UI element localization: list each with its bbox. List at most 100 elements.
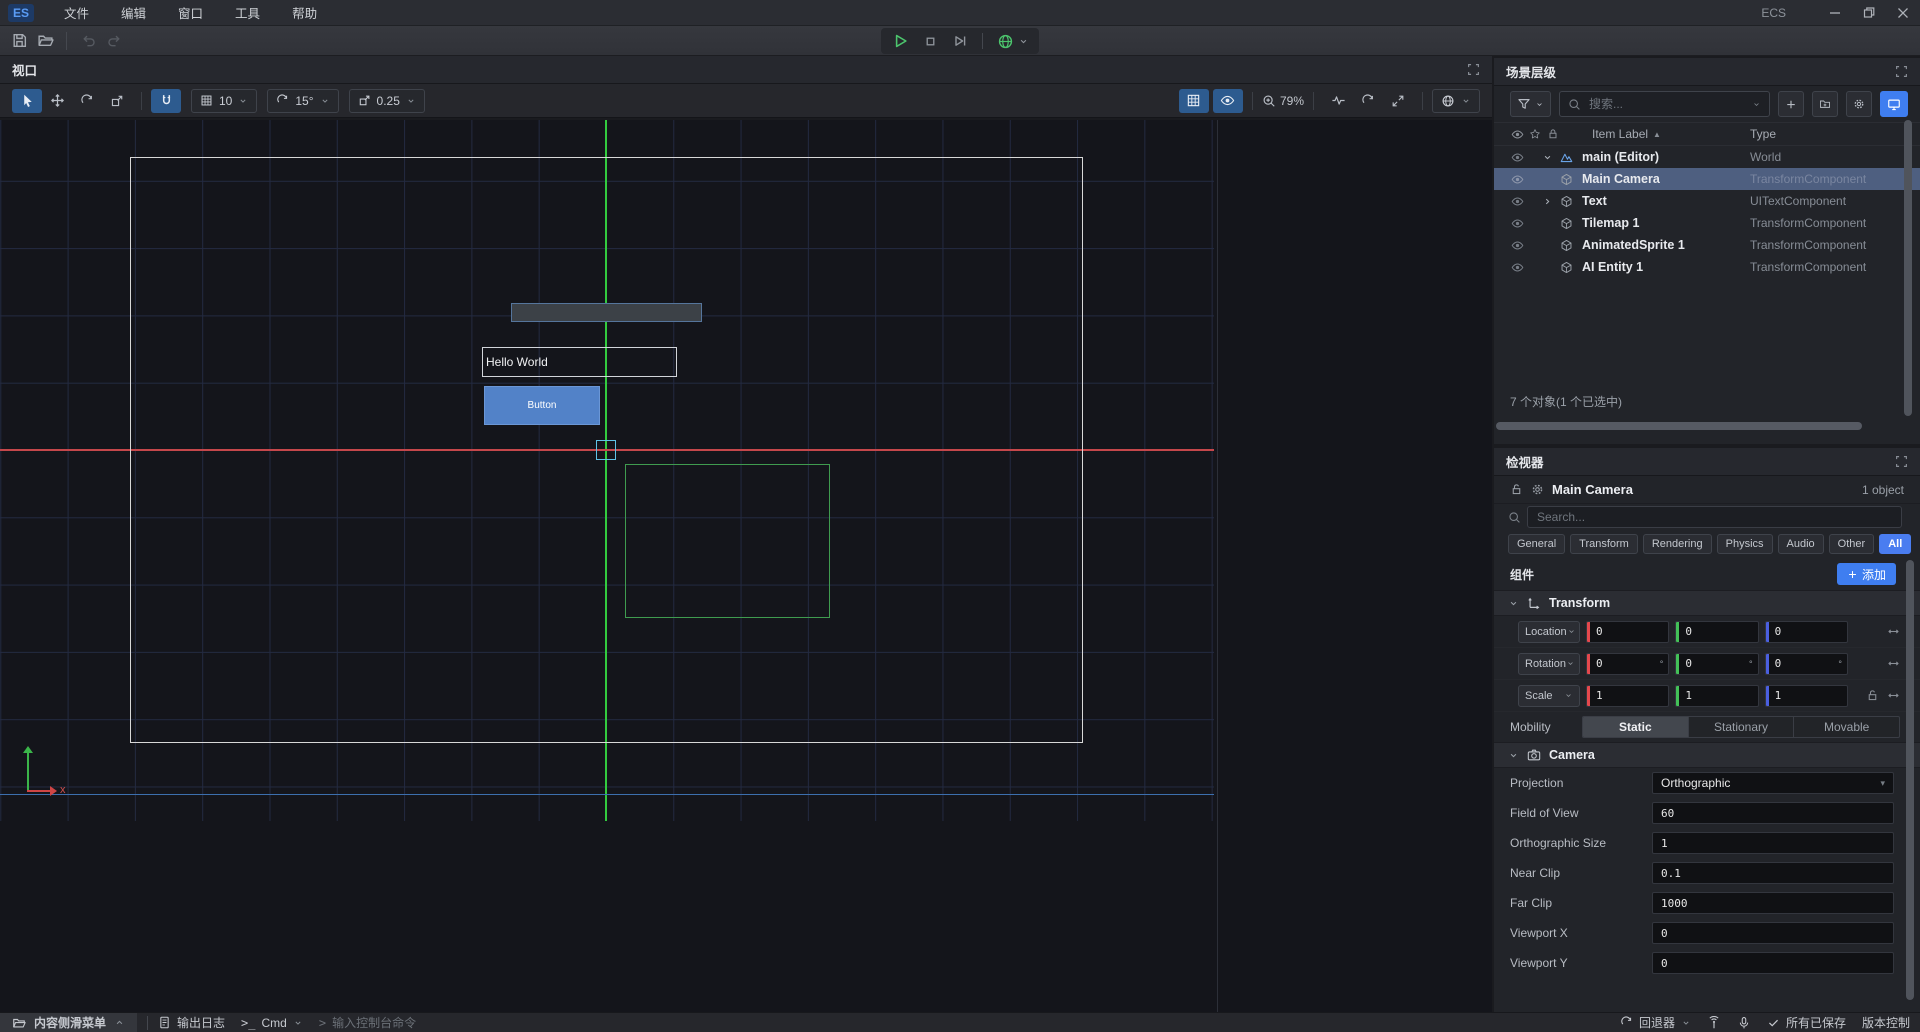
rotate-tool-button[interactable] [72,89,102,113]
hierarchy-row-animatedsprite-1[interactable]: AnimatedSprite 1TransformComponent [1494,234,1920,256]
link-axes-icon[interactable] [1887,625,1900,638]
settings-gear-button[interactable] [1846,91,1872,117]
console-input[interactable]: > 输入控制台命令 [319,1014,416,1031]
menu-item-文件[interactable]: 文件 [52,0,101,25]
lock-icon[interactable] [1544,128,1562,140]
prop-input[interactable]: 60 [1652,802,1894,824]
app-logo[interactable]: ES [8,4,34,22]
snap-magnet-button[interactable] [151,89,181,113]
location-dropdown[interactable]: Location [1518,621,1580,643]
menu-item-窗口[interactable]: 窗口 [166,0,215,25]
output-log-button[interactable]: 输出日志 [158,1014,225,1031]
grid-toggle-button[interactable] [1179,89,1209,113]
undo-icon[interactable] [75,29,101,53]
button-entity[interactable]: Button [484,386,600,425]
rotation-y-field[interactable]: 0° [1675,653,1758,675]
camera-section-header[interactable]: Camera [1494,742,1920,768]
redo-icon[interactable] [101,29,127,53]
prop-input[interactable]: 0 [1652,952,1894,974]
stop-icon[interactable] [923,34,938,49]
gear-icon[interactable] [1531,483,1544,496]
unlock-icon[interactable] [1866,689,1879,702]
scale-z-field[interactable]: 1 [1765,685,1848,707]
scale-tool-button[interactable] [102,89,132,113]
tab-all[interactable]: All [1879,534,1911,554]
world-mode-dropdown[interactable] [997,33,1029,50]
zoom-level[interactable]: 79% [1280,94,1304,108]
star-icon[interactable] [1526,128,1544,140]
open-folder-icon[interactable] [32,29,58,53]
inspector-search-input[interactable] [1535,509,1894,525]
column-item-label[interactable]: Item Label ▲ [1592,127,1661,141]
transform-section-header[interactable]: Transform [1494,590,1920,616]
hierarchy-row-tilemap-1[interactable]: Tilemap 1TransformComponent [1494,212,1920,234]
filter-button[interactable] [1510,91,1551,117]
rotation-dropdown[interactable]: Rotation [1518,653,1580,675]
text-entity[interactable]: Hello World [482,347,677,377]
scale-dropdown[interactable]: Scale [1518,685,1580,707]
grid-size-dropdown[interactable]: 10 [191,89,257,113]
hierarchy-row-main-editor-[interactable]: main (Editor)World [1494,146,1920,168]
hierarchy-row-ai-entity-1[interactable]: AI Entity 1TransformComponent [1494,256,1920,278]
scale-snap-dropdown[interactable]: 0.25 [349,89,425,113]
expand-view-button[interactable] [1383,89,1413,113]
tab-audio[interactable]: Audio [1778,534,1824,554]
slider-entity[interactable] [511,303,702,322]
display-mode-button[interactable] [1880,91,1908,117]
tab-other[interactable]: Other [1829,534,1875,554]
menu-item-编辑[interactable]: 编辑 [109,0,158,25]
tilemap-entity[interactable] [625,464,830,618]
eye-icon[interactable] [1508,173,1526,186]
unlock-icon[interactable] [1510,483,1523,496]
link-axes-icon[interactable] [1887,689,1900,702]
selection-gizmo[interactable] [596,440,616,460]
scene-canvas[interactable]: Hello World Button x [0,120,1492,1012]
eye-icon[interactable] [1508,261,1526,274]
cmd-dropdown[interactable]: >_ Cmd [241,1016,303,1030]
add-component-button[interactable]: 添加 [1837,563,1896,585]
content-drawer-button[interactable]: 内容侧滑菜单 [0,1013,137,1032]
maximize-button[interactable] [1852,0,1886,26]
hierarchy-search[interactable] [1559,91,1770,117]
mobility-option-static[interactable]: Static [1583,717,1689,737]
hierarchy-fullscreen-icon[interactable] [1895,65,1908,78]
rotation-z-field[interactable]: 0° [1765,653,1848,675]
prop-input[interactable]: 1 [1652,832,1894,854]
close-button[interactable] [1886,0,1920,26]
mobility-option-stationary[interactable]: Stationary [1689,717,1795,737]
eye-icon[interactable] [1508,128,1526,141]
tab-physics[interactable]: Physics [1717,534,1773,554]
step-icon[interactable] [952,33,968,49]
chevron-right-icon[interactable] [1538,196,1556,207]
prop-dropdown[interactable]: Orthographic▾ [1652,772,1894,794]
scale-y-field[interactable]: 1 [1675,685,1758,707]
eye-icon[interactable] [1508,239,1526,252]
link-axes-icon[interactable] [1887,657,1900,670]
location-y-field[interactable]: 0 [1675,621,1758,643]
location-z-field[interactable]: 0 [1765,621,1848,643]
select-tool-button[interactable] [12,89,42,113]
inspector-search-box[interactable] [1527,506,1902,528]
inspector-fullscreen-icon[interactable] [1895,455,1908,468]
antenna-icon[interactable] [1707,1016,1721,1030]
rotation-x-field[interactable]: 0° [1586,653,1669,675]
play-icon[interactable] [891,32,909,50]
menu-item-工具[interactable]: 工具 [223,0,272,25]
version-control-button[interactable]: 版本控制 [1862,1014,1910,1031]
zoom-icon[interactable] [1262,94,1276,108]
prop-input[interactable]: 0 [1652,922,1894,944]
visibility-toggle-button[interactable] [1213,89,1243,113]
inspector-vertical-scrollbar[interactable] [1906,560,1914,1000]
microphone-icon[interactable] [1737,1016,1751,1030]
move-tool-button[interactable] [42,89,72,113]
column-type[interactable]: Type [1750,127,1920,141]
tab-transform[interactable]: Transform [1570,534,1638,554]
world-view-dropdown[interactable] [1432,89,1480,113]
menu-item-帮助[interactable]: 帮助 [280,0,329,25]
prop-input[interactable]: 1000 [1652,892,1894,914]
location-x-field[interactable]: 0 [1586,621,1669,643]
rotate-snap-dropdown[interactable]: 15° [267,89,338,113]
hierarchy-row-text[interactable]: TextUITextComponent [1494,190,1920,212]
reset-view-button[interactable] [1353,89,1383,113]
save-icon[interactable] [6,29,32,53]
